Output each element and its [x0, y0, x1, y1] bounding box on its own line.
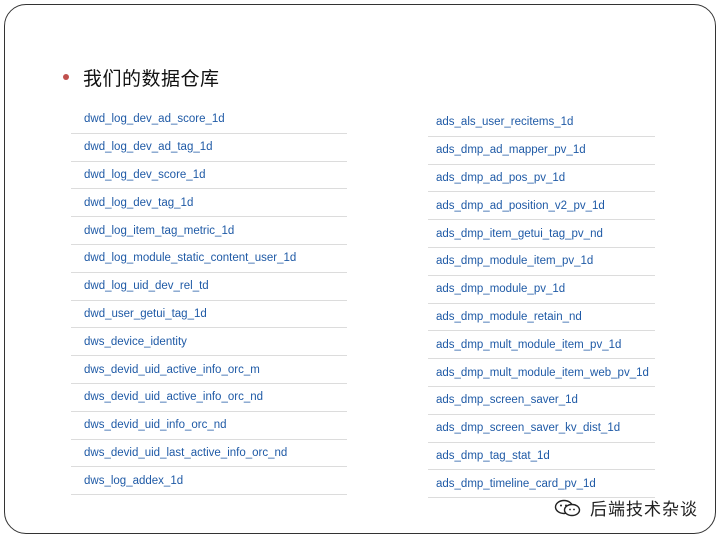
table-row: dws_devid_uid_last_active_info_orc_nd: [71, 440, 347, 468]
slide-title: 我们的数据仓库: [83, 67, 220, 90]
table-name-link[interactable]: ads_dmp_module_pv_1d: [436, 283, 565, 295]
table-name-link[interactable]: ads_dmp_mult_module_item_pv_1d: [436, 339, 621, 351]
table-row: ads_dmp_screen_saver_kv_dist_1d: [428, 415, 655, 443]
table-row: ads_dmp_ad_position_v2_pv_1d: [428, 192, 655, 221]
table-name-link[interactable]: dwd_log_dev_ad_tag_1d: [84, 141, 213, 153]
table-name-link[interactable]: dws_devid_uid_info_orc_nd: [84, 419, 227, 431]
table-row: ads_dmp_item_getui_tag_pv_nd: [428, 220, 655, 248]
table-row: dwd_log_dev_ad_score_1d: [71, 106, 347, 134]
table-row: dwd_log_item_tag_metric_1d: [71, 217, 347, 245]
table-name-link[interactable]: dws_device_identity: [84, 336, 187, 348]
table-name-link[interactable]: ads_dmp_screen_saver_1d: [436, 394, 578, 406]
table-name-link[interactable]: ads_dmp_ad_mapper_pv_1d: [436, 144, 586, 156]
table-row: ads_dmp_tag_stat_1d: [428, 443, 655, 471]
table-name-link[interactable]: ads_dmp_ad_position_v2_pv_1d: [436, 200, 605, 212]
table-name-link[interactable]: dws_devid_uid_last_active_info_orc_nd: [84, 447, 287, 459]
table-row: dws_devid_uid_active_info_orc_m: [71, 356, 347, 384]
bullet-dot: [63, 74, 69, 80]
table-name-link[interactable]: dwd_log_dev_score_1d: [84, 169, 205, 181]
table-row: dwd_log_dev_tag_1d: [71, 189, 347, 218]
watermark-text: 后端技术杂谈: [590, 500, 698, 520]
table-row: ads_dmp_mult_module_item_web_pv_1d: [428, 359, 655, 387]
table-name-link[interactable]: dws_devid_uid_active_info_orc_nd: [84, 391, 263, 403]
table-name-link[interactable]: dwd_log_dev_tag_1d: [84, 197, 193, 209]
table-name-link[interactable]: dws_log_addex_1d: [84, 475, 183, 487]
table-name-link[interactable]: dwd_user_getui_tag_1d: [84, 308, 207, 320]
table-name-link[interactable]: ads_dmp_module_retain_nd: [436, 311, 582, 323]
table-name-link[interactable]: ads_als_user_recitems_1d: [436, 116, 573, 128]
slide: 我们的数据仓库 dwd_log_dev_ad_score_1d dwd_log_d…: [4, 4, 716, 534]
table-name-link[interactable]: ads_dmp_module_item_pv_1d: [436, 255, 593, 267]
table-row: dwd_user_getui_tag_1d: [71, 301, 347, 329]
table-row: dwd_log_module_static_content_user_1d: [71, 245, 347, 273]
table-row: ads_als_user_recitems_1d: [428, 109, 655, 137]
table-name-link[interactable]: ads_dmp_mult_module_item_web_pv_1d: [436, 367, 649, 379]
table-row: dws_log_addex_1d: [71, 467, 347, 496]
table-name-link[interactable]: dws_devid_uid_active_info_orc_m: [84, 364, 260, 376]
table-row: ads_dmp_module_retain_nd: [428, 304, 655, 332]
wechat-logo-icon: [554, 499, 581, 516]
table-name-link[interactable]: ads_dmp_timeline_card_pv_1d: [436, 478, 596, 490]
table-row: dwd_log_uid_dev_rel_td: [71, 273, 347, 301]
left-table-list: dwd_log_dev_ad_score_1d dwd_log_dev_ad_ta…: [71, 106, 347, 496]
title-row: 我们的数据仓库: [63, 65, 220, 90]
table-row: ads_dmp_module_pv_1d: [428, 276, 655, 304]
table-row: dwd_log_dev_score_1d: [71, 162, 347, 190]
table-row: dws_devid_uid_info_orc_nd: [71, 412, 347, 440]
table-row: ads_dmp_timeline_card_pv_1d: [428, 470, 655, 499]
table-name-link[interactable]: dwd_log_module_static_content_user_1d: [84, 252, 296, 264]
right-table-list: ads_als_user_recitems_1d ads_dmp_ad_mappe…: [428, 109, 655, 499]
table-name-link[interactable]: ads_dmp_ad_pos_pv_1d: [436, 172, 565, 184]
table-row: ads_dmp_ad_mapper_pv_1d: [428, 137, 655, 165]
table-row: dwd_log_dev_ad_tag_1d: [71, 134, 347, 162]
table-row: dws_devid_uid_active_info_orc_nd: [71, 384, 347, 412]
table-row: ads_dmp_mult_module_item_pv_1d: [428, 331, 655, 360]
watermark: 后端技术杂谈: [554, 495, 698, 520]
table-row: ads_dmp_module_item_pv_1d: [428, 248, 655, 276]
table-name-link[interactable]: dwd_log_item_tag_metric_1d: [84, 225, 234, 237]
table-row: dws_device_identity: [71, 328, 347, 357]
table-row: ads_dmp_ad_pos_pv_1d: [428, 165, 655, 193]
table-name-link[interactable]: ads_dmp_screen_saver_kv_dist_1d: [436, 422, 620, 434]
table-name-link[interactable]: dwd_log_uid_dev_rel_td: [84, 280, 209, 292]
table-row: ads_dmp_screen_saver_1d: [428, 387, 655, 415]
table-name-link[interactable]: ads_dmp_tag_stat_1d: [436, 450, 550, 462]
table-name-link[interactable]: ads_dmp_item_getui_tag_pv_nd: [436, 228, 603, 240]
table-name-link[interactable]: dwd_log_dev_ad_score_1d: [84, 113, 225, 125]
